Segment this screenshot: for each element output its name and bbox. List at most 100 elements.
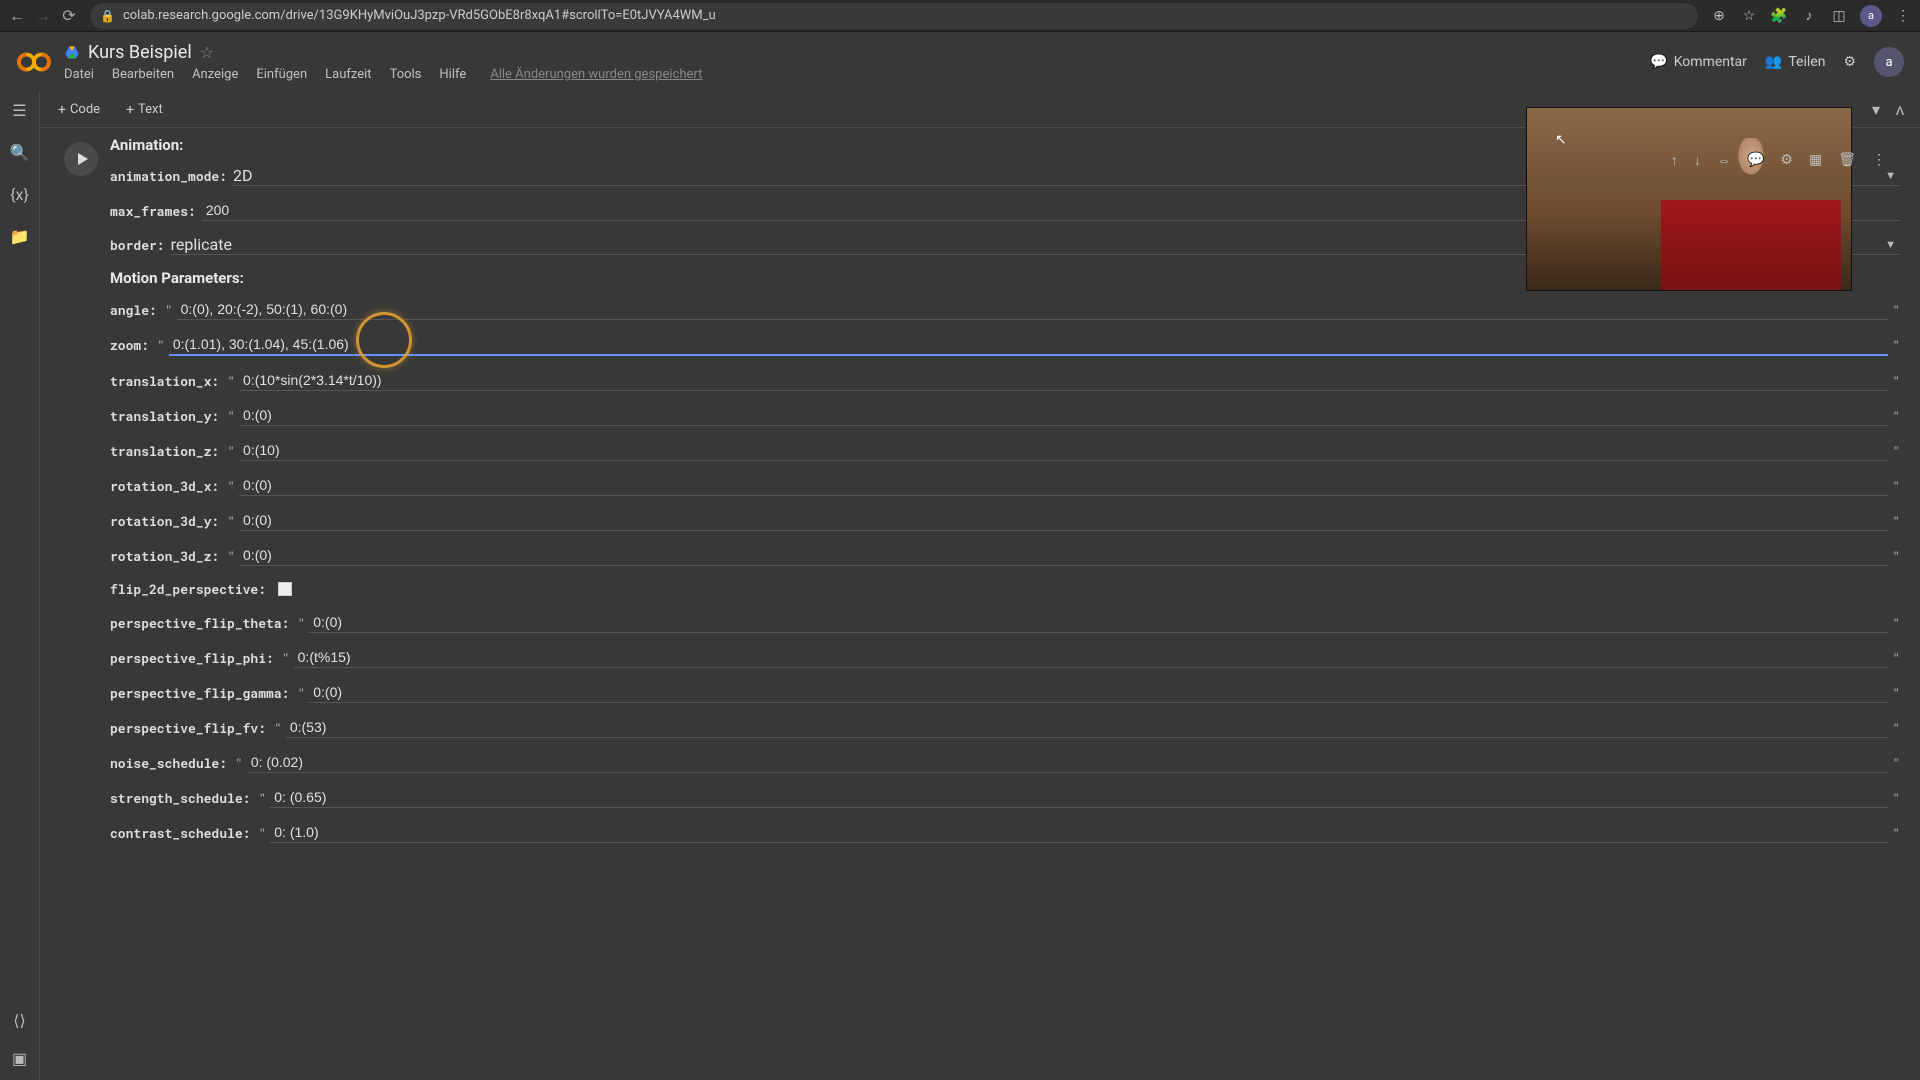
zoom-input[interactable] (169, 334, 1888, 356)
translation-x-input[interactable] (239, 370, 1888, 391)
back-icon[interactable]: ← (8, 7, 26, 25)
collapse-icon[interactable]: ʌ (1892, 96, 1908, 124)
rotation-3d-y-input[interactable] (239, 510, 1888, 531)
param-label: rotation_3d_z: (110, 547, 219, 565)
param-label: translation_x: (110, 372, 219, 390)
param-row-zoom: zoom: " " (110, 334, 1900, 356)
param-label: noise_schedule: (110, 754, 227, 772)
vars-icon[interactable]: {x} (10, 184, 30, 204)
rotation-3d-z-input[interactable] (239, 545, 1888, 566)
install-icon[interactable]: ⊕ (1710, 7, 1728, 25)
add-text-button[interactable]: +Text (120, 98, 169, 122)
flip-2d-perspective-checkbox[interactable] (278, 582, 292, 596)
reload-icon[interactable]: ⟳ (60, 7, 78, 25)
param-row-contrast-schedule: contrast_schedule: " " (110, 822, 1900, 843)
move-up-icon[interactable]: ↑ (1667, 148, 1682, 173)
param-row-rotation-3d-x: rotation_3d_x: " " (110, 475, 1900, 496)
menu-einfuegen[interactable]: Einfügen (256, 67, 307, 82)
angle-input[interactable] (177, 299, 1889, 320)
url-text: colab.research.google.com/drive/13G9KHyM… (123, 8, 716, 23)
param-label: max_frames: (110, 202, 196, 220)
music-icon[interactable]: ♪ (1800, 7, 1818, 25)
teilen-button[interactable]: 👥 Teilen (1765, 54, 1826, 70)
runtime-dropdown-icon[interactable]: ▾ (1868, 96, 1884, 123)
param-label: perspective_flip_theta: (110, 614, 289, 632)
colab-avatar[interactable]: a (1874, 47, 1904, 77)
run-cell-button[interactable] (64, 142, 98, 176)
menu-hilfe[interactable]: Hilfe (439, 67, 466, 82)
perspective-flip-fv-input[interactable] (286, 717, 1888, 738)
link-cell-icon[interactable]: ⇔ (1713, 148, 1735, 173)
param-row-translation-z: translation_z: " " (110, 440, 1900, 461)
param-row-flip-2d-perspective: flip_2d_perspective: (110, 580, 1900, 598)
move-down-icon[interactable]: ↓ (1690, 148, 1705, 173)
colab-logo[interactable] (16, 44, 52, 80)
star-icon[interactable]: ☆ (200, 43, 214, 62)
menu-bar: Datei Bearbeiten Anzeige Einfügen Laufze… (64, 67, 1650, 82)
menu-bearbeiten[interactable]: Bearbeiten (112, 67, 174, 82)
rotation-3d-x-input[interactable] (239, 475, 1888, 496)
mirror-cell-icon[interactable]: ▦ (1805, 148, 1826, 173)
param-row-noise-schedule: noise_schedule: " " (110, 752, 1900, 773)
toc-icon[interactable]: ☰ (10, 100, 30, 120)
param-label: border: (110, 236, 165, 254)
search-icon[interactable]: 🔍 (10, 142, 30, 162)
translation-y-input[interactable] (239, 405, 1888, 426)
menu-datei[interactable]: Datei (64, 67, 94, 82)
drive-icon (64, 45, 80, 61)
files-icon[interactable]: 📁 (10, 226, 30, 246)
translation-z-input[interactable] (239, 440, 1888, 461)
param-row-strength-schedule: strength_schedule: " " (110, 787, 1900, 808)
save-status[interactable]: Alle Änderungen wurden gespeichert (490, 67, 702, 82)
bookmark-icon[interactable]: ☆ (1740, 7, 1758, 25)
param-row-translation-y: translation_y: " " (110, 405, 1900, 426)
cell-comment-icon[interactable]: 💬 (1743, 148, 1768, 173)
browser-menu-icon[interactable]: ⋮ (1894, 7, 1912, 25)
param-label: rotation_3d_x: (110, 477, 219, 495)
forward-icon[interactable]: → (34, 7, 52, 25)
url-bar[interactable]: 🔒 colab.research.google.com/drive/13G9KH… (90, 3, 1698, 29)
menu-laufzeit[interactable]: Laufzeit (325, 67, 371, 82)
param-label: perspective_flip_fv: (110, 719, 266, 737)
add-code-button[interactable]: +Code (52, 98, 106, 122)
perspective-flip-phi-input[interactable] (294, 647, 1889, 668)
left-sidebar: ☰ 🔍 {x} 📁 ⟨⟩ ▣ (0, 92, 40, 1080)
param-label: contrast_schedule: (110, 824, 250, 842)
param-label: animation_mode: (110, 167, 227, 185)
perspective-flip-gamma-input[interactable] (309, 682, 1888, 703)
chevron-down-icon: ▼ (1885, 238, 1896, 251)
terminal-icon[interactable]: ▣ (10, 1048, 30, 1068)
panel-icon[interactable]: ◫ (1830, 7, 1848, 25)
param-row-rotation-3d-z: rotation_3d_z: " " (110, 545, 1900, 566)
menu-anzeige[interactable]: Anzeige (192, 67, 238, 82)
lock-icon: 🔒 (100, 9, 115, 23)
param-row-perspective-flip-gamma: perspective_flip_gamma: " " (110, 682, 1900, 703)
cell-menu-icon[interactable]: ⋮ (1868, 148, 1890, 173)
delete-cell-icon[interactable]: 🗑 (1834, 148, 1860, 173)
param-label: strength_schedule: (110, 789, 250, 807)
kommentar-button[interactable]: 💬 Kommentar (1650, 54, 1747, 70)
snippets-icon[interactable]: ⟨⟩ (10, 1010, 30, 1030)
cursor-icon: ↖ (1555, 132, 1567, 148)
browser-toolbar: ← → ⟳ 🔒 colab.research.google.com/drive/… (0, 0, 1920, 32)
param-row-translation-x: translation_x: " " (110, 370, 1900, 391)
param-label: translation_y: (110, 407, 219, 425)
param-label: translation_z: (110, 442, 219, 460)
noise-schedule-input[interactable] (247, 752, 1888, 773)
param-row-perspective-flip-theta: perspective_flip_theta: " " (110, 612, 1900, 633)
contrast-schedule-input[interactable] (270, 822, 1888, 843)
param-row-perspective-flip-fv: perspective_flip_fv: " " (110, 717, 1900, 738)
doc-title[interactable]: Kurs Beispiel (88, 42, 192, 63)
perspective-flip-theta-input[interactable] (309, 612, 1888, 633)
menu-tools[interactable]: Tools (390, 67, 422, 82)
param-row-angle: angle: " " (110, 299, 1900, 320)
param-label: flip_2d_perspective: (110, 580, 266, 598)
extensions-icon[interactable]: 🧩 (1770, 7, 1788, 25)
param-label: rotation_3d_y: (110, 512, 219, 530)
webcam-overlay: ↖ (1526, 107, 1852, 291)
param-row-rotation-3d-y: rotation_3d_y: " " (110, 510, 1900, 531)
strength-schedule-input[interactable] (270, 787, 1888, 808)
browser-avatar[interactable]: a (1860, 5, 1882, 27)
cell-settings-icon[interactable]: ⚙ (1776, 148, 1797, 173)
settings-icon[interactable]: ⚙ (1843, 54, 1856, 70)
